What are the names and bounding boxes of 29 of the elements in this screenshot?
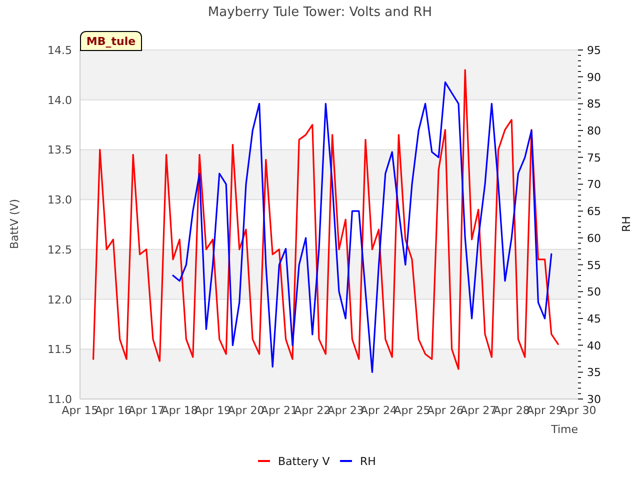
chart-title: Mayberry Tule Tower: Volts and RH — [208, 5, 432, 20]
station-label: MB_tule — [80, 31, 142, 51]
y2-tick-label: 70 — [587, 178, 601, 192]
y2-tick-label: 50 — [587, 286, 601, 299]
y2-tick-label: 55 — [587, 258, 601, 272]
y-tick-label: 13.0 — [48, 194, 72, 207]
y2-tick-label: 95 — [587, 44, 601, 57]
y2-tick-label: 80 — [587, 124, 601, 138]
y-axis-title: BattV (V) — [8, 198, 21, 250]
y-tick-label: 11.0 — [48, 393, 72, 406]
y-tick-label: 11.5 — [48, 343, 72, 356]
y2-tick-label: 90 — [587, 70, 601, 84]
y2-tick-label: 85 — [587, 98, 601, 111]
y-tick-label: 13.5 — [48, 144, 72, 157]
y2-tick-label: 30 — [587, 393, 601, 406]
y-tick-label: 12.0 — [48, 293, 72, 306]
y-tick-label: 14.5 — [48, 44, 72, 57]
x-axis-title: Time — [551, 423, 578, 436]
y2-tick-label: 35 — [587, 366, 601, 380]
y2-tick-label: 75 — [587, 151, 601, 164]
y2-axis-title: RH — [620, 216, 633, 232]
y-tick-label: 14.0 — [48, 94, 72, 107]
y-tick-label: 12.5 — [48, 243, 72, 256]
y2-tick-label: 45 — [587, 312, 601, 326]
y2-tick-label: 60 — [587, 232, 601, 245]
y2-tick-label: 40 — [587, 339, 601, 352]
y2-tick-label: 65 — [587, 205, 601, 218]
legend-label: Battery V — [278, 455, 330, 468]
legend-label: RH — [360, 455, 376, 468]
